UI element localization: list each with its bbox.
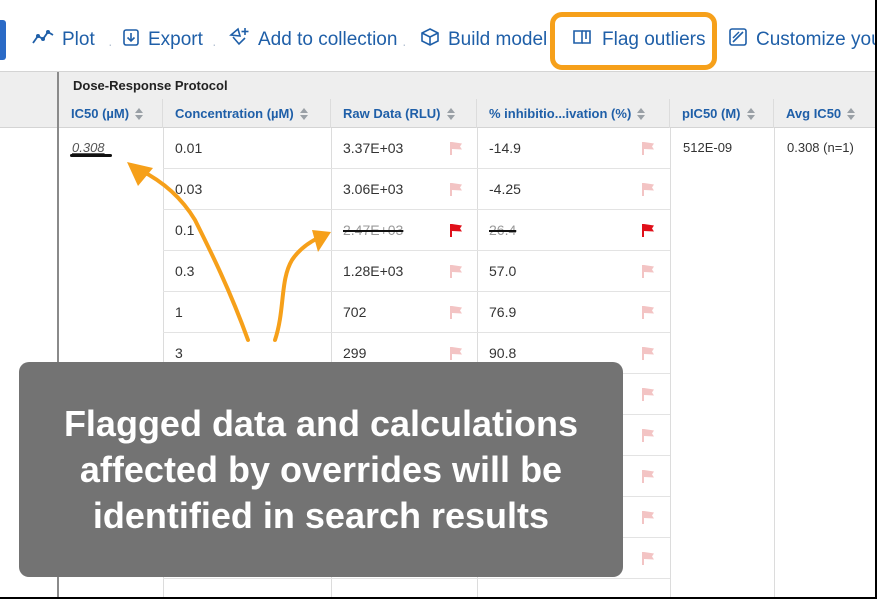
plot-label: Plot <box>62 29 95 50</box>
column-header-label: Avg IC50 <box>786 106 842 121</box>
sort-icon[interactable] <box>299 107 308 120</box>
column-header-row: IC50 (µM) Concentration (µM) Raw Data (R… <box>59 99 875 128</box>
inhibition-flag-icon[interactable] <box>642 183 654 196</box>
ic50-value-link[interactable]: 0.308 <box>72 140 105 155</box>
build-model-label: Build model <box>448 29 548 50</box>
raw-data-value: 3.06E+03 <box>343 181 404 197</box>
plot-button[interactable]: Plot <box>32 8 95 72</box>
raw-data-flag-icon[interactable] <box>450 142 462 155</box>
concentration-value-cell: 0.1 <box>163 210 331 250</box>
toolbar-separator: · <box>212 36 217 52</box>
table-row: 0.1 2.47E+03 26.4 <box>163 210 670 251</box>
raw-data-flag-icon[interactable] <box>450 183 462 196</box>
protocol-title: Dose-Response Protocol <box>73 78 228 93</box>
column-header-label: IC50 (µM) <box>71 106 130 121</box>
concentration-value-cell: 0.3 <box>163 251 331 291</box>
ic50-flag-underline <box>70 154 112 157</box>
column-header-label: Raw Data (RLU) <box>343 106 441 121</box>
sort-icon[interactable] <box>847 107 856 120</box>
toolbar-separator: · <box>402 36 407 52</box>
customize-label: Customize you <box>756 29 875 50</box>
avg-ic50-value: 0.308 (n=1) <box>787 140 854 155</box>
toolbar-separator: · <box>108 36 113 52</box>
inhibition-flag-icon[interactable] <box>642 470 654 483</box>
selected-tab-indicator <box>0 20 6 60</box>
concentration-value: 0.1 <box>175 222 195 238</box>
raw-data-value: 3.37E+03 <box>343 140 404 156</box>
inhibition-flag-icon[interactable] <box>642 224 654 237</box>
inhibition-flag-icon[interactable] <box>642 306 654 319</box>
sort-icon[interactable] <box>746 107 755 120</box>
table-row: 0.01 3.37E+03 -14.9 <box>163 128 670 169</box>
column-divider <box>670 128 671 597</box>
concentration-value-cell: 1 <box>163 292 331 332</box>
inhibition-flag-icon[interactable] <box>642 142 654 155</box>
customize-icon <box>728 27 756 53</box>
callout-box: Flagged data and calculations affected b… <box>19 362 623 577</box>
pic50-value: 512E-09 <box>683 140 733 155</box>
inhibition-flag-icon[interactable] <box>642 429 654 442</box>
inhibition-value: 57.0 <box>489 263 517 279</box>
concentration-value: 0.03 <box>175 181 203 197</box>
customize-button[interactable]: Customize you <box>728 8 875 72</box>
column-header-avg-ic50[interactable]: Avg IC50 <box>774 99 875 128</box>
raw-data-flag-icon[interactable] <box>450 265 462 278</box>
column-header-concentration[interactable]: Concentration (µM) <box>163 99 331 128</box>
inhibition-flag-icon[interactable] <box>642 388 654 401</box>
column-header-label: pIC50 (M) <box>682 106 741 121</box>
concentration-value-cell: 0.03 <box>163 169 331 209</box>
column-header-label: Concentration (µM) <box>175 106 294 121</box>
concentration-value: 1 <box>175 304 183 320</box>
inhibition-flag-icon[interactable] <box>642 265 654 278</box>
toolbar: Plot · Export · Add to collection · Buil… <box>0 8 875 72</box>
concentration-value: 0.01 <box>175 140 203 156</box>
column-header-pic50[interactable]: pIC50 (M) <box>670 99 774 128</box>
gutter-header <box>0 72 58 128</box>
raw-data-value: 702 <box>343 304 367 320</box>
inhibition-flag-icon[interactable] <box>642 552 654 565</box>
inhibition-value: 26.4 <box>489 222 517 238</box>
export-icon <box>122 27 148 53</box>
raw-data-value: 2.47E+03 <box>343 222 404 238</box>
inhibition-value: -14.9 <box>489 140 521 156</box>
inhibition-flag-icon[interactable] <box>642 347 654 360</box>
table-row: 0.03 3.06E+03 -4.25 <box>163 169 670 210</box>
concentration-value: 3 <box>175 345 183 361</box>
cube-icon <box>420 27 448 53</box>
table-row: 0.3 1.28E+03 57.0 <box>163 251 670 292</box>
inhibition-value: -4.25 <box>489 181 521 197</box>
column-divider <box>774 128 775 597</box>
column-header-ic50[interactable]: IC50 (µM) <box>59 99 163 128</box>
table-row: 1 702 76.9 <box>163 292 670 333</box>
concentration-value-cell: 0.01 <box>163 128 331 168</box>
app-window: Plot · Export · Add to collection · Buil… <box>0 0 875 597</box>
callout-text: Flagged data and calculations affected b… <box>63 402 579 536</box>
column-header-label: % inhibitio...ivation (%) <box>489 106 632 121</box>
sort-icon[interactable] <box>637 107 646 120</box>
raw-data-flag-icon[interactable] <box>450 347 462 360</box>
concentration-value: 0.3 <box>175 263 195 279</box>
column-header-raw-data[interactable]: Raw Data (RLU) <box>331 99 477 128</box>
inhibition-value: 76.9 <box>489 304 517 320</box>
inhibition-flag-icon[interactable] <box>642 511 654 524</box>
add-to-collection-icon <box>228 27 258 53</box>
add-to-collection-label: Add to collection <box>258 29 398 50</box>
raw-data-flag-icon[interactable] <box>450 224 462 237</box>
raw-data-value: 299 <box>343 345 367 361</box>
build-model-button[interactable]: Build model <box>420 8 547 72</box>
plot-icon <box>32 28 62 52</box>
export-label: Export <box>148 29 203 50</box>
add-to-collection-button[interactable]: Add to collection <box>228 8 397 72</box>
sort-icon[interactable] <box>446 107 455 120</box>
raw-data-flag-icon[interactable] <box>450 306 462 319</box>
sort-icon[interactable] <box>135 107 144 120</box>
raw-data-value: 1.28E+03 <box>343 263 404 279</box>
protocol-header: Dose-Response Protocol <box>59 72 875 99</box>
export-button[interactable]: Export <box>122 8 203 72</box>
inhibition-value: 90.8 <box>489 345 517 361</box>
column-header-inhibition[interactable]: % inhibitio...ivation (%) <box>477 99 670 128</box>
flag-outliers-highlight <box>550 12 717 70</box>
